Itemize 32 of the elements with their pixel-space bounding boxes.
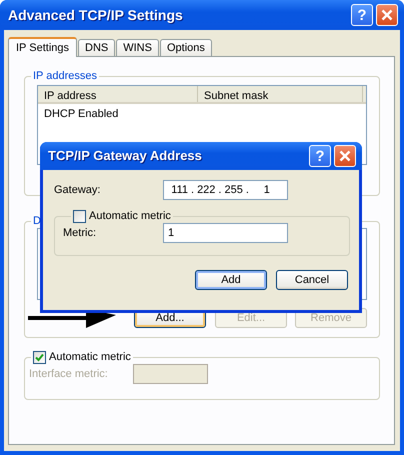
separator-dot: . <box>191 182 194 198</box>
checkbox[interactable] <box>73 210 86 222</box>
close-button[interactable] <box>376 4 398 26</box>
close-icon[interactable] <box>381 9 393 21</box>
field-label: Interface metric: <box>29 366 109 382</box>
group-label: IP addresses <box>32 69 98 83</box>
table-cell-text: DHCP Enabled <box>43 107 120 122</box>
field-label: Metric: <box>63 226 97 241</box>
button[interactable]: Add <box>195 270 267 290</box>
ip-octet: 222 <box>197 182 216 198</box>
tab[interactable]: IP Settings <box>8 37 77 57</box>
column-header[interactable]: Subnet mask <box>198 86 363 102</box>
checkbox-label: Automatic metric <box>89 209 171 223</box>
checkbox-label: Automatic metric <box>49 350 131 364</box>
separator-dot: . <box>246 182 249 198</box>
group-label: D <box>32 214 42 228</box>
ip-octet: 1 <box>262 182 270 198</box>
tab[interactable]: Options <box>160 39 212 56</box>
field-label: Gateway: <box>54 182 102 198</box>
tab[interactable]: DNS <box>78 39 116 56</box>
close-button[interactable] <box>334 145 356 167</box>
ip-octet: 111 <box>170 182 188 198</box>
button[interactable]: Cancel <box>276 270 348 290</box>
input-field[interactable]: 1 <box>163 223 288 243</box>
separator-dot: . <box>218 182 222 198</box>
window-title: TCP/IP Gateway Address <box>48 147 202 166</box>
ip-octet: 255 <box>224 182 243 198</box>
tab[interactable]: WINS <box>116 39 159 56</box>
ip-address-field[interactable]: 111 . 222 . 255 . 1 <box>163 180 288 200</box>
column-header[interactable]: IP address <box>38 86 198 102</box>
window-title: Advanced TCP/IP Settings <box>8 6 183 25</box>
close-icon[interactable] <box>339 150 351 162</box>
